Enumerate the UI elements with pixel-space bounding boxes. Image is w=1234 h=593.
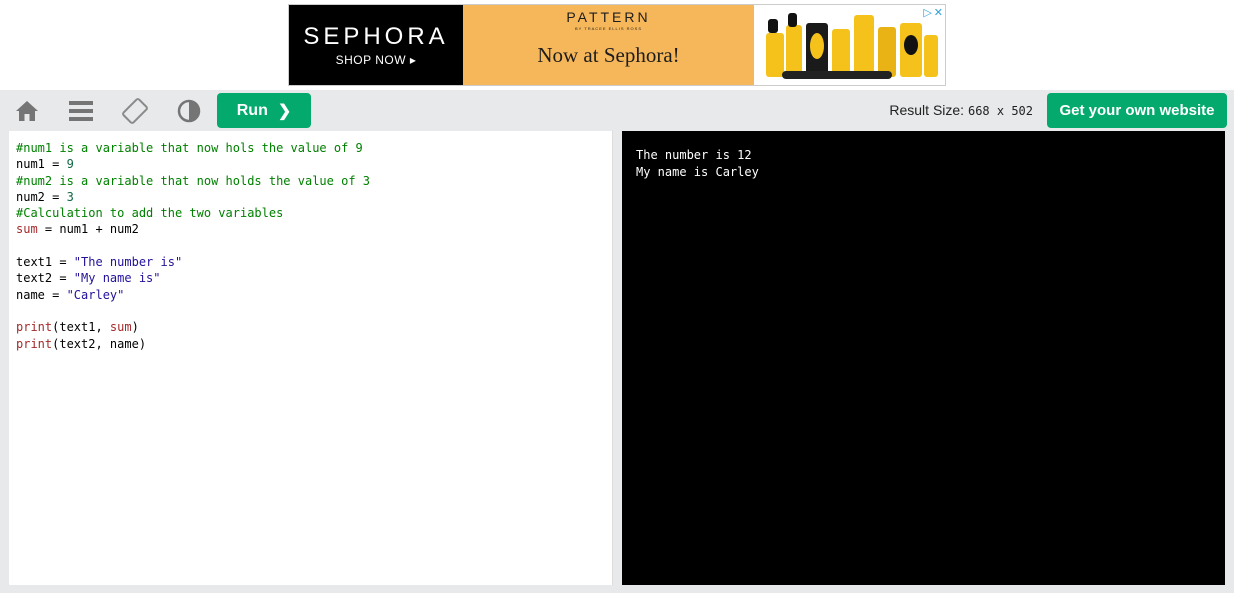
ad-product-bottle [904,35,918,55]
code-line[interactable]: #Calculation to add the two variables [16,205,605,221]
ad-product-bottle [810,33,824,59]
code-line[interactable]: num1 = 9 [16,156,605,172]
output-line: The number is 12 [636,148,752,162]
output-line: My name is Carley [636,165,759,179]
get-your-own-website-button[interactable]: Get your own website [1047,93,1227,128]
code-line[interactable]: num2 = 3 [16,189,605,205]
ad-brand-logo: SEPHORA [303,23,449,50]
code-editor[interactable]: #num1 is a variable that now hols the va… [9,131,613,585]
code-token: print [16,336,53,351]
ad-tagline: Now at Sephora! [537,43,680,67]
code-token: (text1, [52,320,110,335]
code-line[interactable]: #num1 is a variable that now hols the va… [16,140,605,156]
code-line[interactable]: print(text1, sum) [16,319,605,335]
code-token: 3 [66,189,74,204]
code-token: #Calculation to add the two variables [16,206,284,221]
ad-product-bottle [832,29,850,77]
toolbar: Run ❯ Result Size: 668 x 502 Get your ow… [0,90,1234,131]
code-token: print [16,320,53,335]
code-line[interactable]: sum = num1 + num2 [16,221,605,237]
code-line[interactable]: text2 = "My name is" [16,270,605,286]
code-token: 9 [66,157,74,172]
code-token: "The number is" [73,255,183,270]
code-token: "My name is" [73,271,161,286]
code-token: ) [131,320,139,335]
code-token: num2 = [16,189,67,204]
result-size: Result Size: 668 x 502 [889,102,1033,118]
result-size-value: 668 x 502 [967,104,1033,118]
ad-product-bottle [878,27,896,77]
code-line[interactable]: print(text2, name) [16,336,605,352]
code-token: #num1 is a variable that now hols the va… [16,141,363,155]
contrast-icon[interactable] [176,98,202,124]
run-button[interactable]: Run ❯ [217,93,311,128]
code-token: (text2, name) [52,336,147,351]
ad-product-bottle [782,71,892,79]
result-size-label: Result Size: [889,102,965,118]
ad-product-image[interactable]: ▷ ✕ [754,5,945,85]
rotate-icon[interactable] [122,98,148,124]
code-token: sum [109,320,132,335]
ad-message-panel[interactable]: PATTERN BY TRACEE ELLIS ROSS Now at Seph… [463,5,754,85]
code-line[interactable]: text1 = "The number is" [16,254,605,270]
output-pane: The number is 12 My name is Carley [622,131,1225,585]
ad-brand-panel[interactable]: SEPHORA SHOP NOW ▸ [289,5,463,85]
ad-product-bottle [924,35,938,77]
ad-banner[interactable]: SEPHORA SHOP NOW ▸ PATTERN BY TRACEE ELL… [288,4,946,86]
code-token: text2 = [16,271,74,286]
code-line[interactable]: name = "Carley" [16,287,605,303]
workspace: #num1 is a variable that now hols the va… [0,131,1234,593]
ad-product-bottle [786,25,802,77]
code-token: sum [16,222,38,237]
menu-icon[interactable] [68,98,94,124]
ad-close-icon[interactable]: ✕ [934,6,943,19]
ad-product-bottle [788,13,797,27]
run-button-label: Run [236,101,268,119]
ad-product-bottle [768,19,778,33]
code-line[interactable]: #num2 is a variable that now holds the v… [16,173,605,189]
ad-product-brand-sub: BY TRACEE ELLIS ROSS [575,26,642,31]
ad-product-brand: PATTERN [566,9,651,25]
code-token: text1 = [16,255,74,270]
code-line[interactable] [16,238,605,254]
code-token: #num2 is a variable that now holds the v… [16,173,371,188]
code-token: name = [16,287,67,302]
code-token: = num1 + num2 [37,222,139,237]
code-line[interactable] [16,303,605,319]
ad-info-icon[interactable]: ▷ [923,6,931,19]
ad-product-bottle [854,15,874,77]
ad-shop-now-link[interactable]: SHOP NOW ▸ [336,53,417,67]
code-token: num1 = [16,157,67,172]
home-icon[interactable] [14,98,40,124]
chevron-right-icon: ❯ [277,102,292,120]
ad-choices[interactable]: ▷ ✕ [923,6,943,19]
ad-product-bottle [766,33,784,77]
code-token: "Carley" [66,287,125,302]
